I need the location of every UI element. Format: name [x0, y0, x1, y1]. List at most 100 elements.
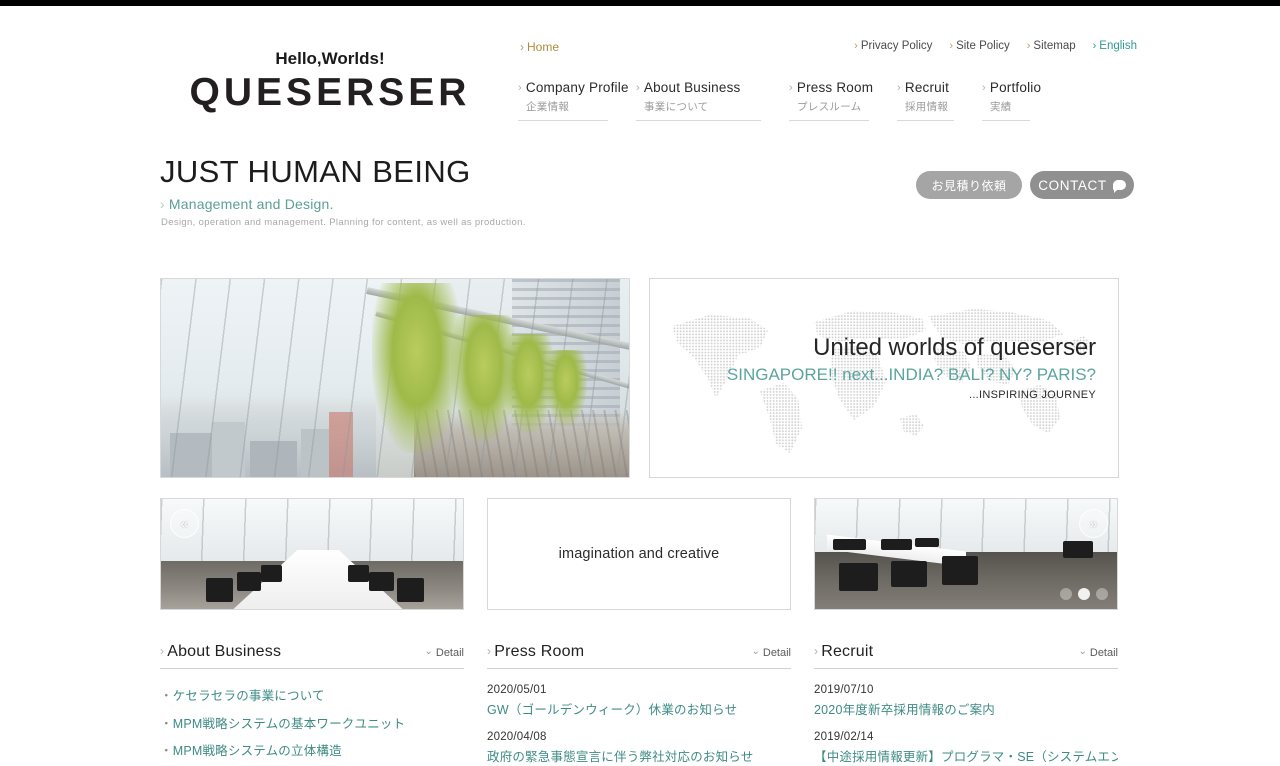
contact-button-label: CONTACT	[1038, 177, 1107, 193]
news-title-link[interactable]: GW（ゴールデンウィーク）休業のお知らせ	[487, 699, 791, 718]
list-item[interactable]: MPM戦略システムの立体構造	[160, 740, 464, 759]
utility-nav-label: Privacy Policy	[860, 40, 933, 52]
map-banner-text: United worlds of queserser SINGAPORE!! n…	[650, 334, 1096, 402]
info-sections: About Business Detail ケセラセラの事業について MPM戦略…	[0, 643, 1280, 766]
image-carousel: « imagination and creative »	[0, 498, 1280, 610]
news-title-link[interactable]: 【中途採用情報更新】プログラマ・SE（システムエンジ	[814, 746, 1118, 765]
utility-nav-english[interactable]: English	[1093, 40, 1137, 52]
carousel-dot-3[interactable]	[1096, 588, 1108, 600]
site-logo[interactable]: Hello,Worlds! QUESERSER	[160, 49, 500, 116]
slide-chair	[833, 538, 867, 550]
carousel-prev-button[interactable]: «	[170, 509, 199, 538]
nav-portfolio[interactable]: Portfolio 実績	[982, 80, 1058, 121]
slide-chair	[881, 538, 912, 550]
world-map-banner: United worlds of queserser SINGAPORE!! n…	[649, 278, 1119, 478]
section-detail-link[interactable]: Detail	[751, 646, 791, 659]
utility-nav-privacy-policy[interactable]: Privacy Policy	[854, 40, 932, 52]
list-item: 2020/04/08 政府の緊急事態宣言に伴う弊社対応のお知らせ	[487, 731, 791, 765]
section-title: About Business	[160, 643, 281, 661]
slide-chair	[839, 562, 879, 592]
news-title-link[interactable]: 2020年度新卒採用情報のご案内	[814, 699, 1118, 718]
carousel-slide-office[interactable]: »	[814, 498, 1118, 610]
nav-home[interactable]: Home	[520, 40, 559, 54]
nav-underline	[518, 120, 608, 121]
nav-label-en: Recruit	[897, 80, 962, 95]
section-press-room: Press Room Detail 2020/05/01 GW（ゴールデンウィー…	[487, 643, 791, 766]
photo-plant	[544, 350, 587, 426]
slide-chair	[369, 571, 394, 592]
section-header: Press Room Detail	[487, 643, 791, 669]
slide-chair	[890, 560, 927, 587]
carousel-slide-text[interactable]: imagination and creative	[487, 498, 791, 610]
map-banner-subline: SINGAPORE!! next...INDIA? BALI? NY? PARI…	[726, 365, 1096, 385]
carousel-slide-caption: imagination and creative	[558, 546, 720, 562]
section-header: Recruit Detail	[814, 643, 1118, 669]
nav-underline	[789, 120, 869, 121]
hero-section: JUST HUMAN BEING Management and Design. …	[0, 142, 1280, 242]
utility-nav-sitemap[interactable]: Sitemap	[1027, 40, 1076, 52]
nav-label-en: Company Profile	[518, 80, 629, 95]
nav-about-business[interactable]: About Business 事業について	[636, 80, 789, 121]
nav-company-profile[interactable]: Company Profile 企業情報	[518, 80, 636, 121]
press-news-list: 2020/05/01 GW（ゴールデンウィーク）休業のお知らせ 2020/04/…	[487, 684, 791, 765]
section-title: Press Room	[487, 643, 584, 661]
map-banner-headline: United worlds of queserser	[813, 334, 1096, 361]
slide-chair	[236, 571, 261, 592]
carousel-next-button[interactable]: »	[1079, 509, 1108, 538]
slide-chair	[260, 565, 282, 582]
nav-label-en: Portfolio	[982, 80, 1041, 95]
map-banner-tagline: ...INSPIRING JOURNEY	[968, 389, 1096, 402]
list-item: 2020/05/01 GW（ゴールデンウィーク）休業のお知らせ	[487, 684, 791, 718]
section-recruit: Recruit Detail 2019/07/10 2020年度新卒採用情報のご…	[814, 643, 1118, 766]
nav-label-jp: プレスルーム	[797, 101, 862, 113]
utility-nav-site-policy[interactable]: Site Policy	[949, 40, 1009, 52]
utility-nav: Privacy Policy Site Policy Sitemap Engli…	[854, 40, 1137, 52]
site-header: Home Hello,Worlds! QUESERSER Privacy Pol…	[0, 6, 1280, 142]
slide-chair	[914, 537, 939, 548]
section-header: About Business Detail	[160, 643, 464, 669]
news-date: 2020/04/08	[487, 731, 547, 743]
nav-label-jp: 事業について	[644, 101, 709, 113]
logo-wordmark: QUESERSER	[189, 70, 471, 114]
nav-label-jp: 採用情報	[905, 101, 949, 113]
nav-label-jp: 実績	[990, 101, 1012, 113]
hero-description: Design, operation and management. Planni…	[161, 217, 526, 228]
nav-underline	[982, 120, 1030, 121]
speech-bubble-icon	[1112, 180, 1126, 193]
utility-nav-label: Sitemap	[1033, 40, 1076, 52]
news-date: 2020/05/01	[487, 684, 547, 696]
slide-chair	[206, 578, 234, 603]
carousel-dots	[1060, 588, 1108, 600]
section-title: Recruit	[814, 643, 873, 661]
news-title-link[interactable]: 政府の緊急事態宣言に伴う弊社対応のお知らせ	[487, 746, 791, 765]
estimate-request-button[interactable]: お見積り依頼	[916, 171, 1022, 199]
news-date: 2019/02/14	[814, 731, 874, 743]
business-link-list: ケセラセラの事業について MPM戦略システムの基本ワークユニット MPM戦略シス…	[160, 685, 464, 766]
logo-tagline: Hello,Worlds!	[275, 49, 385, 68]
recruit-news-list: 2019/07/10 2020年度新卒採用情報のご案内 2019/02/14 【…	[814, 684, 1118, 765]
carousel-dot-1[interactable]	[1060, 588, 1072, 600]
list-item[interactable]: ケセラセラの事業について	[160, 685, 464, 704]
contact-button[interactable]: CONTACT	[1030, 171, 1134, 199]
nav-label-en: Press Room	[789, 80, 877, 95]
main-nav: Company Profile 企業情報 About Business 事業につ…	[518, 80, 1058, 121]
page-title: JUST HUMAN BEING	[160, 154, 471, 189]
photo-plant	[371, 282, 461, 454]
section-detail-link[interactable]: Detail	[424, 646, 464, 659]
nav-press-room[interactable]: Press Room プレスルーム	[789, 80, 897, 121]
slide-chair	[941, 556, 979, 585]
nav-recruit[interactable]: Recruit 採用情報	[897, 80, 982, 121]
carousel-dot-2[interactable]	[1078, 588, 1090, 600]
list-item[interactable]: MPM戦略システムの基本ワークユニット	[160, 713, 464, 732]
slide-chair	[396, 578, 424, 603]
main-visual-row: United worlds of queserser SINGAPORE!! n…	[0, 278, 1280, 478]
nav-underline	[636, 120, 761, 121]
list-item: 2019/07/10 2020年度新卒採用情報のご案内	[814, 684, 1118, 718]
section-detail-link[interactable]: Detail	[1078, 646, 1118, 659]
utility-nav-label: Site Policy	[956, 40, 1010, 52]
section-about-business: About Business Detail ケセラセラの事業について MPM戦略…	[160, 643, 464, 766]
carousel-slide-boardroom[interactable]: «	[160, 498, 464, 610]
nav-label-en: About Business	[636, 80, 769, 95]
slide-chair	[348, 565, 370, 582]
list-item: 2019/02/14 【中途採用情報更新】プログラマ・SE（システムエンジ	[814, 731, 1118, 765]
